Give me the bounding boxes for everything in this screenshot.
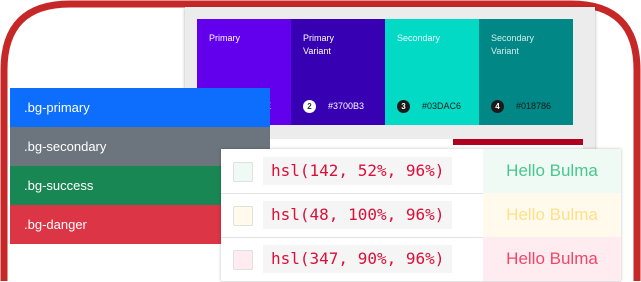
swatch-name: Primary Variant <box>303 33 334 56</box>
swatch-primary-variant: Primary Variant 2 #3700B3 <box>291 19 385 125</box>
swatch-name: Primary <box>209 33 240 43</box>
table-row: hsl(142, 52%, 96%) Hello Bulma <box>221 149 621 194</box>
hsl-code: hsl(347, 90%, 96%) <box>263 245 453 273</box>
hello-sample: Hello Bulma <box>483 237 621 281</box>
swatch-name: Secondary Variant <box>491 33 535 56</box>
bulma-color-table: hsl(142, 52%, 96%) Hello Bulma hsl(48, 1… <box>221 149 621 282</box>
bg-primary-item: .bg-primary <box>10 88 270 127</box>
color-swatch <box>233 206 253 226</box>
swatch-code-row: 2 #3700B3 <box>303 100 364 113</box>
swatch-name: Secondary <box>397 33 441 43</box>
swatch-number-badge: 2 <box>303 100 316 113</box>
table-row: hsl(347, 90%, 96%) Hello Bulma <box>221 237 621 282</box>
color-swatch <box>233 162 253 182</box>
swatch-number-badge: 4 <box>491 100 504 113</box>
swatch-number-badge: 3 <box>397 100 410 113</box>
swatch-hex: #03DAC6 <box>422 101 462 111</box>
swatch-secondary: Secondary 3 #03DAC6 <box>385 19 479 125</box>
hsl-code: hsl(48, 100%, 96%) <box>263 201 453 229</box>
swatch-secondary-variant: Secondary Variant 4 #018786 <box>479 19 573 125</box>
color-swatch <box>233 250 253 270</box>
error-color-bar <box>453 139 583 145</box>
swatch-hex: #3700B3 <box>328 101 365 111</box>
hsl-code: hsl(142, 52%, 96%) <box>263 157 453 185</box>
swatch-hex: #018786 <box>516 101 552 111</box>
swatch-code-row: 3 #03DAC6 <box>397 100 461 113</box>
hello-sample: Hello Bulma <box>483 149 621 193</box>
swatch-code-row: 4 #018786 <box>491 100 551 113</box>
hello-sample: Hello Bulma <box>483 193 621 237</box>
table-row: hsl(48, 100%, 96%) Hello Bulma <box>221 193 621 238</box>
